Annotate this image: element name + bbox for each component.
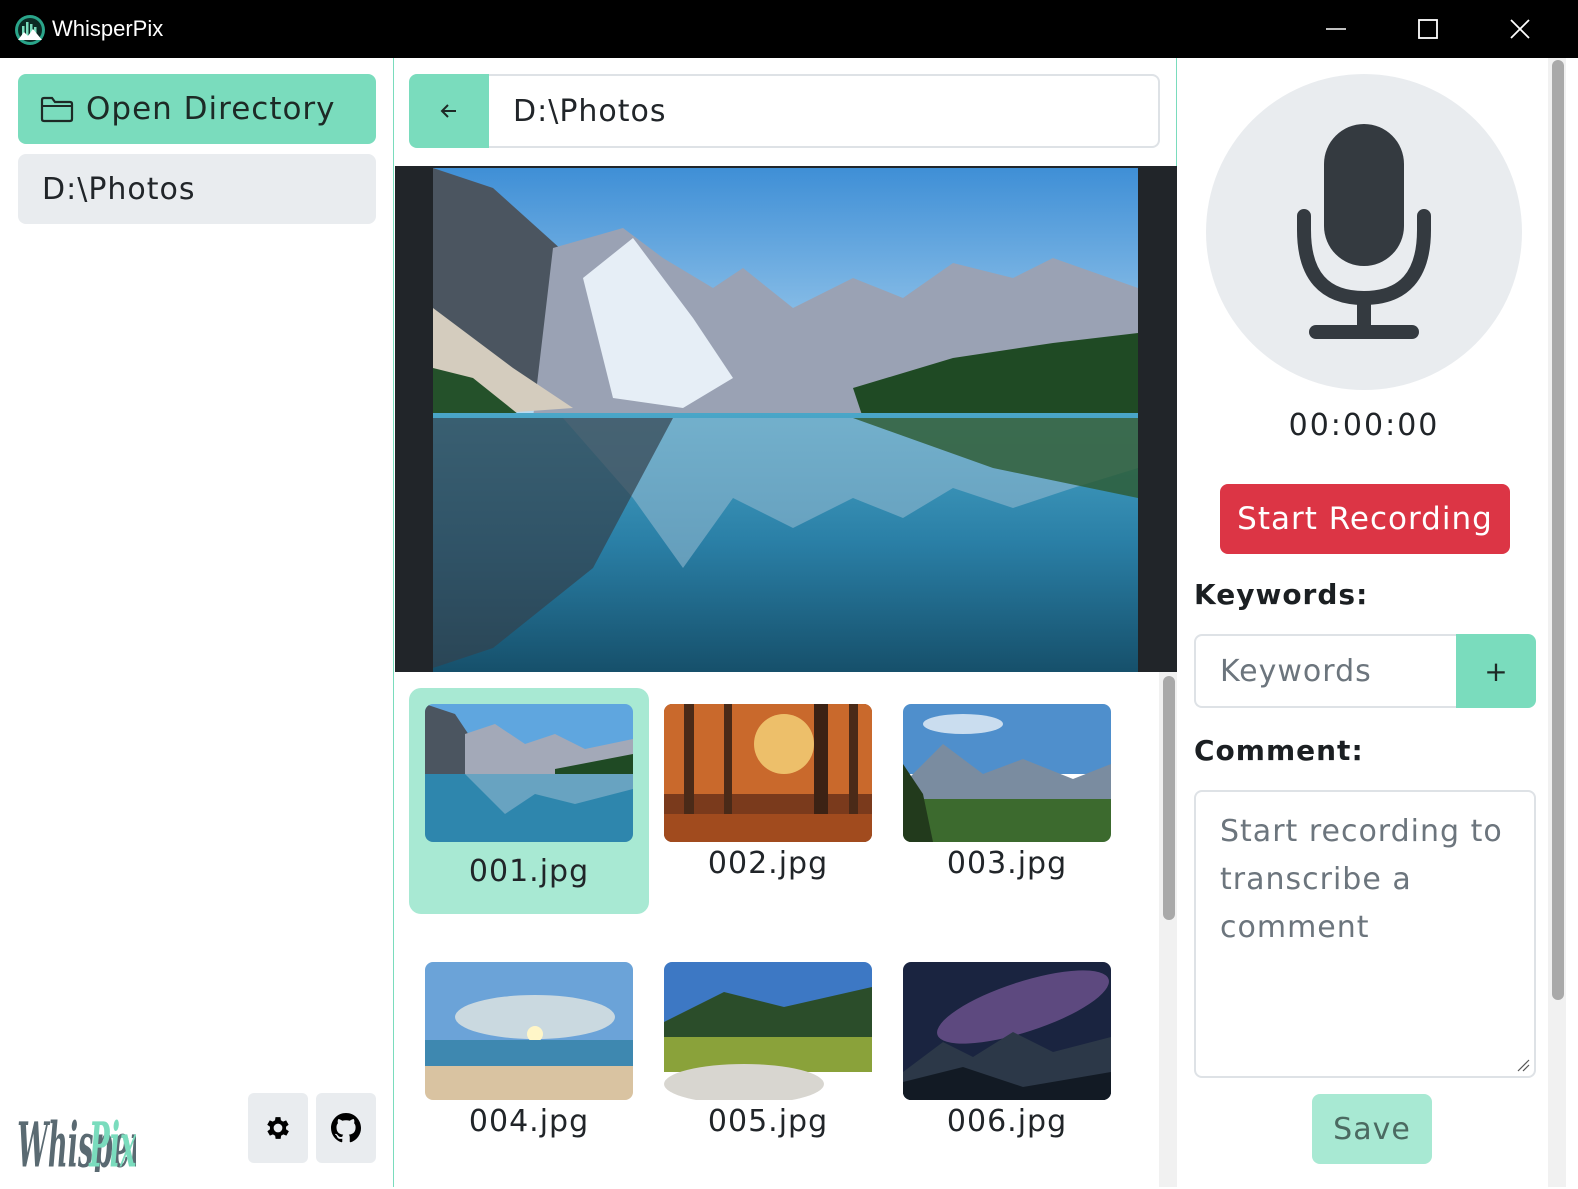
recording-timer: 00:00:00 <box>1288 408 1440 443</box>
thumbnail-grid: 001.jpg 002.jpg 003.jpg 004.jpg 005.jpg … <box>395 672 1159 1187</box>
thumbnail-label: 001.jpg <box>468 854 590 889</box>
folder-icon <box>40 96 74 123</box>
close-icon <box>1510 19 1530 39</box>
thumbnail-004[interactable]: 004.jpg <box>409 946 649 1172</box>
open-directory-label: Open Directory <box>86 91 336 127</box>
comment-placeholder: Start recording to transcribe a comment <box>1220 814 1503 945</box>
resize-grip-icon[interactable] <box>1514 1056 1530 1072</box>
maximize-icon <box>1418 19 1438 39</box>
minimize-icon <box>1326 28 1346 30</box>
thumbnail-label: 004.jpg <box>468 1104 590 1139</box>
preview-image-mountain-lake <box>433 168 1138 672</box>
title-bar: WhisperPix <box>0 0 1578 58</box>
app-logo-icon <box>15 15 45 45</box>
settings-button[interactable] <box>248 1093 308 1163</box>
thumbnail-label: 005.jpg <box>707 1104 829 1139</box>
back-button[interactable] <box>409 74 489 148</box>
close-button[interactable] <box>1474 0 1566 58</box>
thumbnail-image-beach <box>425 962 633 1100</box>
thumbnail-scrollbar[interactable] <box>1159 672 1177 1187</box>
maximize-button[interactable] <box>1382 0 1474 58</box>
recorder-panel: 00:00:00 Start Recording Keywords: Keywo… <box>1178 58 1576 1187</box>
directory-item-photos[interactable]: D:\Photos <box>18 154 376 224</box>
save-button[interactable]: Save <box>1312 1094 1432 1164</box>
microphone-button[interactable] <box>1206 74 1522 390</box>
recorder-scrollbar[interactable] <box>1548 58 1566 1187</box>
gear-icon <box>267 1117 289 1139</box>
arrow-left-icon <box>440 104 456 118</box>
comment-label: Comment: <box>1194 734 1364 767</box>
minimize-button[interactable] <box>1290 0 1382 58</box>
thumbnail-image-mountain-lake <box>425 704 633 842</box>
thumbnail-label: 006.jpg <box>946 1104 1068 1139</box>
github-icon <box>331 1113 361 1143</box>
open-directory-button[interactable]: Open Directory <box>18 74 376 144</box>
comment-textarea[interactable]: Start recording to transcribe a comment <box>1194 790 1536 1078</box>
thumbnail-005[interactable]: 005.jpg <box>648 946 888 1172</box>
path-field[interactable]: D:\Photos <box>489 74 1160 148</box>
image-preview <box>395 166 1177 672</box>
github-button[interactable] <box>316 1093 376 1163</box>
logo-pix-text: Pix <box>88 1110 136 1172</box>
thumbnail-001[interactable]: 001.jpg <box>409 688 649 914</box>
sidebar: Open Directory D:\Photos Whisper Pix <box>2 58 394 1187</box>
recorder-scrollbar-thumb[interactable] <box>1552 60 1564 1000</box>
thumbnail-image-forest <box>664 704 872 842</box>
thumbnail-scrollbar-thumb[interactable] <box>1163 676 1175 920</box>
keywords-input[interactable]: Keywords <box>1194 634 1456 708</box>
thumbnail-002[interactable]: 002.jpg <box>648 688 888 914</box>
window-title: WhisperPix <box>52 16 164 41</box>
thumbnail-006[interactable]: 006.jpg <box>887 946 1127 1172</box>
thumbnail-image-meadow <box>664 962 872 1100</box>
image-browser: D:\Photos 001.jpg 002.jpg 003.jpg 004.jp… <box>395 58 1177 1187</box>
add-keyword-button[interactable]: + <box>1456 634 1536 708</box>
keywords-label: Keywords: <box>1194 578 1369 611</box>
thumbnail-label: 003.jpg <box>946 846 1068 881</box>
thumbnail-image-night-sky <box>903 962 1111 1100</box>
microphone-icon <box>1297 124 1431 339</box>
thumbnail-image-mountain-valley <box>903 704 1111 842</box>
thumbnail-label: 002.jpg <box>707 846 829 881</box>
start-recording-button[interactable]: Start Recording <box>1220 484 1510 554</box>
thumbnail-003[interactable]: 003.jpg <box>887 688 1127 914</box>
whisperpix-logo: Whisper Pix <box>17 1110 136 1172</box>
